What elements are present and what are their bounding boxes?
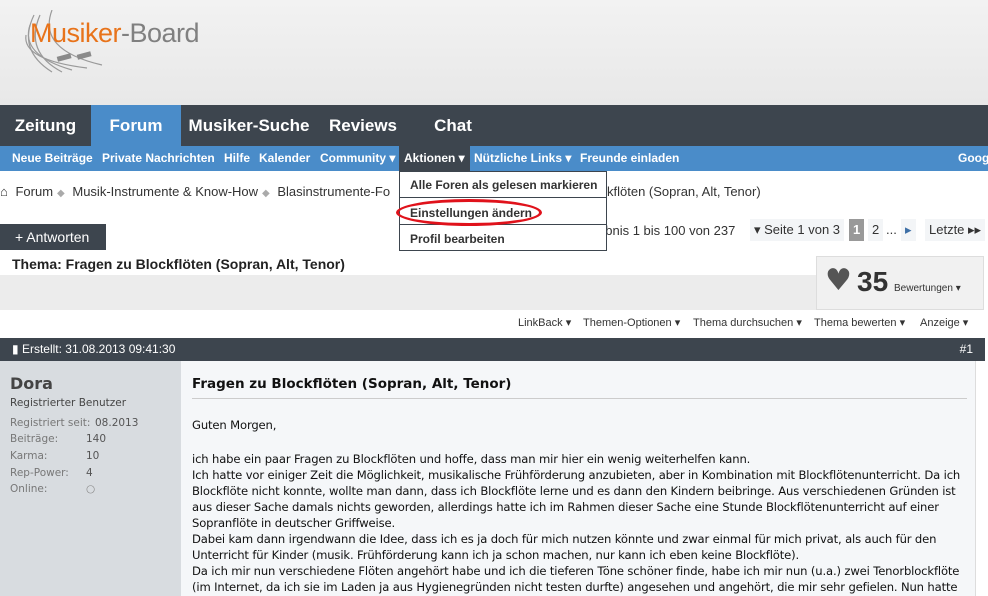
site-header xyxy=(0,0,988,105)
breadcrumb-separator-icon: ◆ xyxy=(262,188,270,199)
subnav-community[interactable]: Community ▾ xyxy=(320,146,395,171)
next-page-icon[interactable]: ▸ xyxy=(901,219,916,241)
tab-zeitung[interactable]: Zeitung xyxy=(0,105,91,146)
subnav-google[interactable]: Goog xyxy=(958,146,988,171)
post-text-line: Ich hatte vor einiger Zeit die Möglichke… xyxy=(192,468,961,482)
tab-chat[interactable]: Chat xyxy=(409,105,497,146)
results-count: ebnis 1 bis 100 von 237 xyxy=(598,223,736,238)
stat-label: Online: xyxy=(10,483,48,495)
stat-value: 08.2013 xyxy=(95,417,139,429)
page-2-link[interactable]: 2 xyxy=(868,219,884,241)
scrollbar[interactable] xyxy=(975,361,988,596)
thread-info-band xyxy=(0,275,816,310)
tab-reviews[interactable]: Reviews xyxy=(317,105,409,146)
stat-label: Beiträge: xyxy=(10,433,59,445)
menu-item-mark-all-read[interactable]: Alle Foren als gelesen markieren xyxy=(410,178,597,192)
post-header: ▮ Erstellt: 31.08.2013 09:41:30 #1 xyxy=(0,338,985,361)
stat-value: 10 xyxy=(86,450,100,462)
subnav-private-nachrichten[interactable]: Private Nachrichten xyxy=(102,146,215,171)
menu-divider xyxy=(400,197,606,198)
subnav-neue-beitraege[interactable]: Neue Beiträge xyxy=(12,146,93,171)
last-page-link[interactable]: Letzte ▸▸ xyxy=(925,219,986,241)
breadcrumb-blasinstrumente[interactable]: Blasinstrumente-Fo xyxy=(277,184,390,199)
rating-label[interactable]: Bewertungen ▾ xyxy=(894,283,961,294)
menu-item-profil-bearbeiten[interactable]: Profil bearbeiten xyxy=(410,232,505,246)
subnav-hilfe[interactable]: Hilfe xyxy=(224,146,250,171)
post-text-line: Blockflöte nicht konnte, wollte man dann… xyxy=(192,484,956,498)
subnav-aktionen[interactable]: Aktionen ▾ xyxy=(399,146,470,171)
page-ellipsis: ... xyxy=(886,222,897,237)
divider xyxy=(192,398,967,399)
breadcrumb-forum[interactable]: Forum xyxy=(15,184,53,199)
user-role: Registrierter Benutzer xyxy=(10,397,127,409)
heart-icon: ♥ xyxy=(825,263,852,298)
post-date: Erstellt: 31.08.2013 09:41:30 xyxy=(21,342,176,356)
username[interactable]: Dora xyxy=(10,374,53,393)
stat-value: 140 xyxy=(86,433,107,445)
search-thread-menu[interactable]: Thema durchsuchen ▾ xyxy=(693,316,802,329)
stat-label: Karma: xyxy=(10,450,48,462)
online-status-icon: ○ xyxy=(86,483,96,495)
page-jump-dropdown[interactable]: ▾ Seite 1 von 3 xyxy=(750,219,845,241)
sub-nav: Neue Beiträge Private Nachrichten Hilfe … xyxy=(0,146,988,171)
rate-thread-menu[interactable]: Thema bewerten ▾ xyxy=(814,316,905,329)
post-text-line: (im Internet, da ich sie im Laden ja aus… xyxy=(192,580,958,594)
breadcrumb: ⌂ Forum ◆ Musik-Instrumente & Know-How ◆ B… xyxy=(0,184,394,199)
subnav-nuetzliche-links[interactable]: Nützliche Links ▾ xyxy=(474,146,571,171)
page-current: 1 xyxy=(849,219,865,241)
stat-label: Registriert seit: xyxy=(10,417,91,429)
subnav-kalender[interactable]: Kalender xyxy=(259,146,310,171)
thread-options-menu[interactable]: Themen-Optionen ▾ xyxy=(583,316,680,329)
reply-button[interactable]: + Antworten xyxy=(0,224,106,250)
breadcrumb-musik-instrumente[interactable]: Musik-Instrumente & Know-How xyxy=(72,184,258,199)
document-icon: ▮ xyxy=(12,342,19,356)
main-nav: Zeitung Forum Musiker-Suche Reviews Chat xyxy=(0,105,988,146)
rating-box[interactable]: ♥ 35 Bewertungen ▾ xyxy=(816,256,984,310)
post-title: Fragen zu Blockflöten (Sopran, Alt, Teno… xyxy=(192,376,512,392)
thread-title: Thema: Fragen zu Blockflöten (Sopran, Al… xyxy=(12,256,345,272)
post-text-line: aus dieser Sache damals nichts geworden,… xyxy=(192,500,939,514)
highlight-ring-annotation xyxy=(396,199,542,226)
breadcrumb-current: kflöten (Sopran, Alt, Tenor) xyxy=(607,184,761,199)
post-text-line: Sopranflöte in deutscher Griffweise. xyxy=(192,516,396,530)
post-text-line: Dabei kam dann irgendwann die Idee, dass… xyxy=(192,532,937,546)
display-mode-menu[interactable]: Anzeige ▾ xyxy=(920,316,968,329)
site-logo[interactable]: Musiker-Board xyxy=(30,18,200,49)
tab-musiker-suche[interactable]: Musiker-Suche xyxy=(181,105,317,146)
post-number[interactable]: #1 xyxy=(960,338,973,361)
tab-forum[interactable]: Forum xyxy=(91,105,181,146)
post-text-line: Da ich mir nun verschiedene Flöten angeh… xyxy=(192,564,960,578)
home-icon[interactable]: ⌂ xyxy=(0,184,8,199)
subnav-freunde-einladen[interactable]: Freunde einladen xyxy=(580,146,679,171)
post-text-line: Unterricht für Kinder (musik. Frühförder… xyxy=(192,548,800,562)
post-text-line: ich habe ein paar Fragen zu Blockflöten … xyxy=(192,452,751,466)
linkback-menu[interactable]: LinkBack ▾ xyxy=(518,316,571,329)
user-info-panel: Dora Registrierter Benutzer Registriert … xyxy=(0,361,181,596)
breadcrumb-separator-icon: ◆ xyxy=(57,188,65,199)
post-text-line: Guten Morgen, xyxy=(192,418,277,432)
rating-count: 35 xyxy=(857,266,889,297)
stat-label: Rep-Power: xyxy=(10,467,69,479)
stat-value: 4 xyxy=(86,467,93,479)
